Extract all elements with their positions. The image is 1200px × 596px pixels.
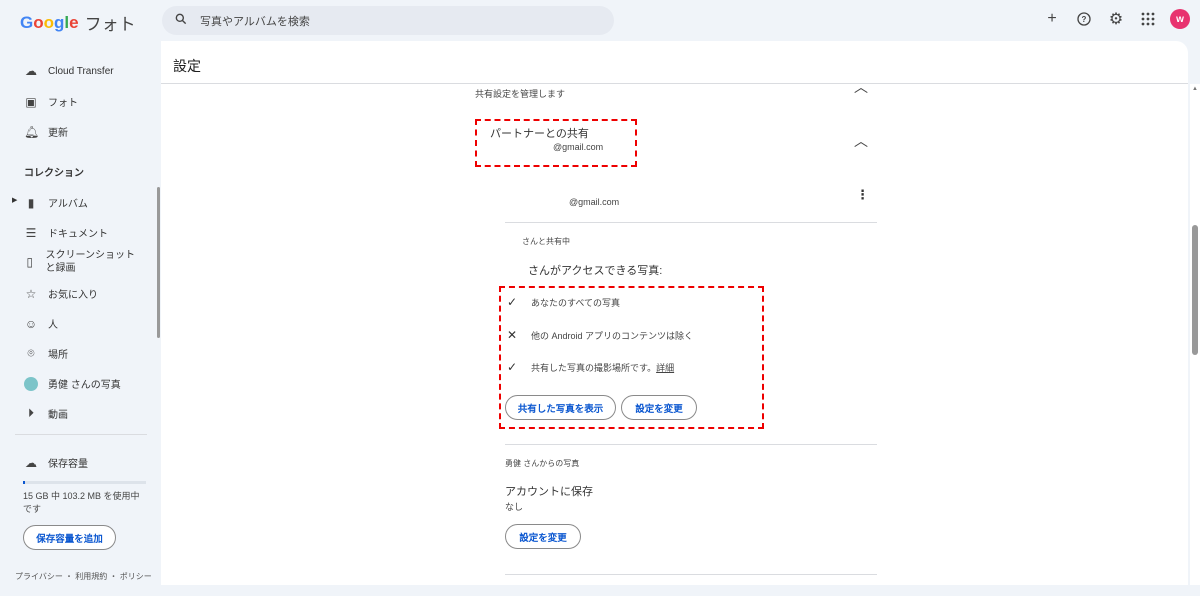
add-icon[interactable]: + xyxy=(1042,9,1062,29)
google-photos-logo[interactable]: Google フォト xyxy=(20,10,136,35)
sidebar-item-label: 場所 xyxy=(48,350,68,361)
close-x-icon: ✕ xyxy=(507,328,518,342)
main-scrollbar-thumb[interactable] xyxy=(1192,225,1198,355)
storage-bar xyxy=(23,481,146,484)
search-input[interactable]: 写真やアルバムを検索 xyxy=(162,6,614,35)
sidebar-item-label: 更新 xyxy=(48,128,68,139)
sidebar-item-documents[interactable]: ☰ ドキュメント xyxy=(24,225,108,241)
storage-bar-fill xyxy=(23,481,25,484)
add-storage-button[interactable]: 保存容量を追加 xyxy=(23,525,116,550)
logo-google: Google xyxy=(20,12,79,32)
sidebar-item-albums[interactable]: ▮ アルバム xyxy=(24,195,88,211)
logo-product: フォト xyxy=(84,15,136,34)
storage-usage: 15 GB 中 103.2 MB を使用中です xyxy=(23,491,140,514)
sidebar-item-screenshots[interactable]: ▯ スクリーンショットと録画 xyxy=(24,249,144,275)
collection-heading: コレクション xyxy=(24,168,84,179)
sidebar-item-label: 保存容量 xyxy=(48,459,88,470)
play-circle-icon: ⏵ xyxy=(27,406,34,420)
check-icon: ✓ xyxy=(507,360,518,374)
sidebar-item-label: アルバム xyxy=(48,199,88,210)
sidebar-item-photos[interactable]: ▣ フォト xyxy=(24,94,78,110)
avatar[interactable]: w xyxy=(1170,9,1190,29)
location-pin-icon: ⌾ xyxy=(27,346,35,360)
collapse-chevron-icon[interactable]: ︿ xyxy=(854,131,868,151)
document-icon: ☰ xyxy=(25,225,37,240)
settings-panel: 設定 共有設定を管理します ︿ パートナーとの共有 @gmail.com ︿ @… xyxy=(161,41,1188,585)
photo-icon: ▣ xyxy=(25,94,37,109)
partner-account-email: @gmail.com xyxy=(569,197,620,207)
album-icon: ▮ xyxy=(27,195,35,210)
page-title: 設定 xyxy=(173,58,201,74)
sidebar-item-label: Cloud Transfer xyxy=(48,65,114,77)
star-icon: ☆ xyxy=(25,286,37,301)
sidebar-item-label: お気に入り xyxy=(48,290,98,301)
sidebar-item-people[interactable]: ☺ 人 xyxy=(24,316,58,332)
save-to-account-label: アカウントに保存 xyxy=(505,486,593,498)
access-item-text: 共有した写真の撮影場所です。 xyxy=(531,362,657,373)
cloud-transfer-icon: ☁ xyxy=(25,64,37,78)
partner-email: @gmail.com xyxy=(553,142,604,152)
bell-icon: 🔔︎ xyxy=(24,124,40,139)
svg-text:?: ? xyxy=(1082,15,1087,24)
help-icon[interactable]: ? xyxy=(1074,9,1094,29)
section-divider xyxy=(505,444,877,445)
screenshot-icon: ▯ xyxy=(26,254,34,269)
sidebar-item-label: ドキュメント xyxy=(48,229,108,240)
sidebar-scrollbar[interactable] xyxy=(157,187,160,338)
search-placeholder: 写真やアルバムを検索 xyxy=(200,15,310,28)
partner-avatar-icon xyxy=(24,376,38,391)
sidebar-item-label: 勇健 さんの写真 xyxy=(48,380,121,391)
sidebar-item-places[interactable]: ⌾ 場所 xyxy=(24,346,68,361)
view-shared-photos-button[interactable]: 共有した写真を表示 xyxy=(505,395,616,420)
from-partner-label: 勇健 さんからの写真 xyxy=(505,459,580,468)
main-scrollbar-track[interactable]: ▲ xyxy=(1190,84,1200,585)
sharing-with-label: さんと共有中 xyxy=(522,237,570,246)
access-item-text: あなたのすべての写真 xyxy=(531,297,621,308)
access-item: ✕ 他の Android アプリのコンテンツは除く xyxy=(507,328,693,342)
change-settings-button[interactable]: 設定を変更 xyxy=(621,395,697,420)
face-icon: ☺ xyxy=(24,316,38,331)
sidebar-item-favorites[interactable]: ☆ お気に入り xyxy=(24,286,98,302)
details-link[interactable]: 詳細 xyxy=(656,363,674,373)
footer-links[interactable]: プライバシー ・ 利用規約 ・ ポリシー xyxy=(15,571,152,582)
sidebar-item-label: 人 xyxy=(48,320,58,331)
section-divider xyxy=(505,574,877,575)
sidebar-item-videos[interactable]: ⏵ 動画 xyxy=(24,406,68,421)
settings-gear-icon[interactable]: ⚙ xyxy=(1106,9,1126,29)
sidebar-item-updates[interactable]: 🔔︎ 更新 xyxy=(24,124,68,140)
sidebar-item-cloud-transfer[interactable]: ☁ Cloud Transfer xyxy=(24,64,114,78)
expand-arrow-icon[interactable]: ▶ xyxy=(12,196,17,204)
access-item-text: 他の Android アプリのコンテンツは除く xyxy=(531,330,694,341)
search-icon xyxy=(174,12,188,29)
sidebar-divider xyxy=(15,434,147,435)
partner-sharing-title: パートナーとの共有 xyxy=(490,128,589,140)
manage-sharing-label: 共有設定を管理します xyxy=(475,89,566,99)
cloud-icon: ☁ xyxy=(25,455,37,470)
sidebar-item-storage[interactable]: ☁ 保存容量 xyxy=(24,455,88,471)
sidebar-item-label: 動画 xyxy=(48,410,68,421)
header-divider xyxy=(161,83,1188,84)
apps-grid-icon[interactable] xyxy=(1138,9,1158,29)
chevron-up-icon[interactable]: ︿ xyxy=(854,77,868,97)
check-icon: ✓ xyxy=(507,295,518,309)
sidebar-item-label: スクリーンショットと録画 xyxy=(45,250,136,274)
access-item: ✓ あなたのすべての写真 xyxy=(507,295,620,309)
section-divider xyxy=(505,222,877,223)
scroll-up-arrow-icon[interactable]: ▲ xyxy=(1192,86,1198,92)
sidebar-item-partner-photos[interactable]: 勇健 さんの写真 xyxy=(24,376,121,391)
more-options-icon[interactable]: ⋮ xyxy=(856,187,869,203)
access-title: さんがアクセスできる写真: xyxy=(528,265,663,277)
sidebar-item-label: フォト xyxy=(48,98,78,109)
change-save-settings-button[interactable]: 設定を変更 xyxy=(505,524,581,549)
save-to-account-value: なし xyxy=(505,502,524,512)
access-item: ✓ 共有した写真の撮影場所です。詳細 xyxy=(507,360,674,374)
